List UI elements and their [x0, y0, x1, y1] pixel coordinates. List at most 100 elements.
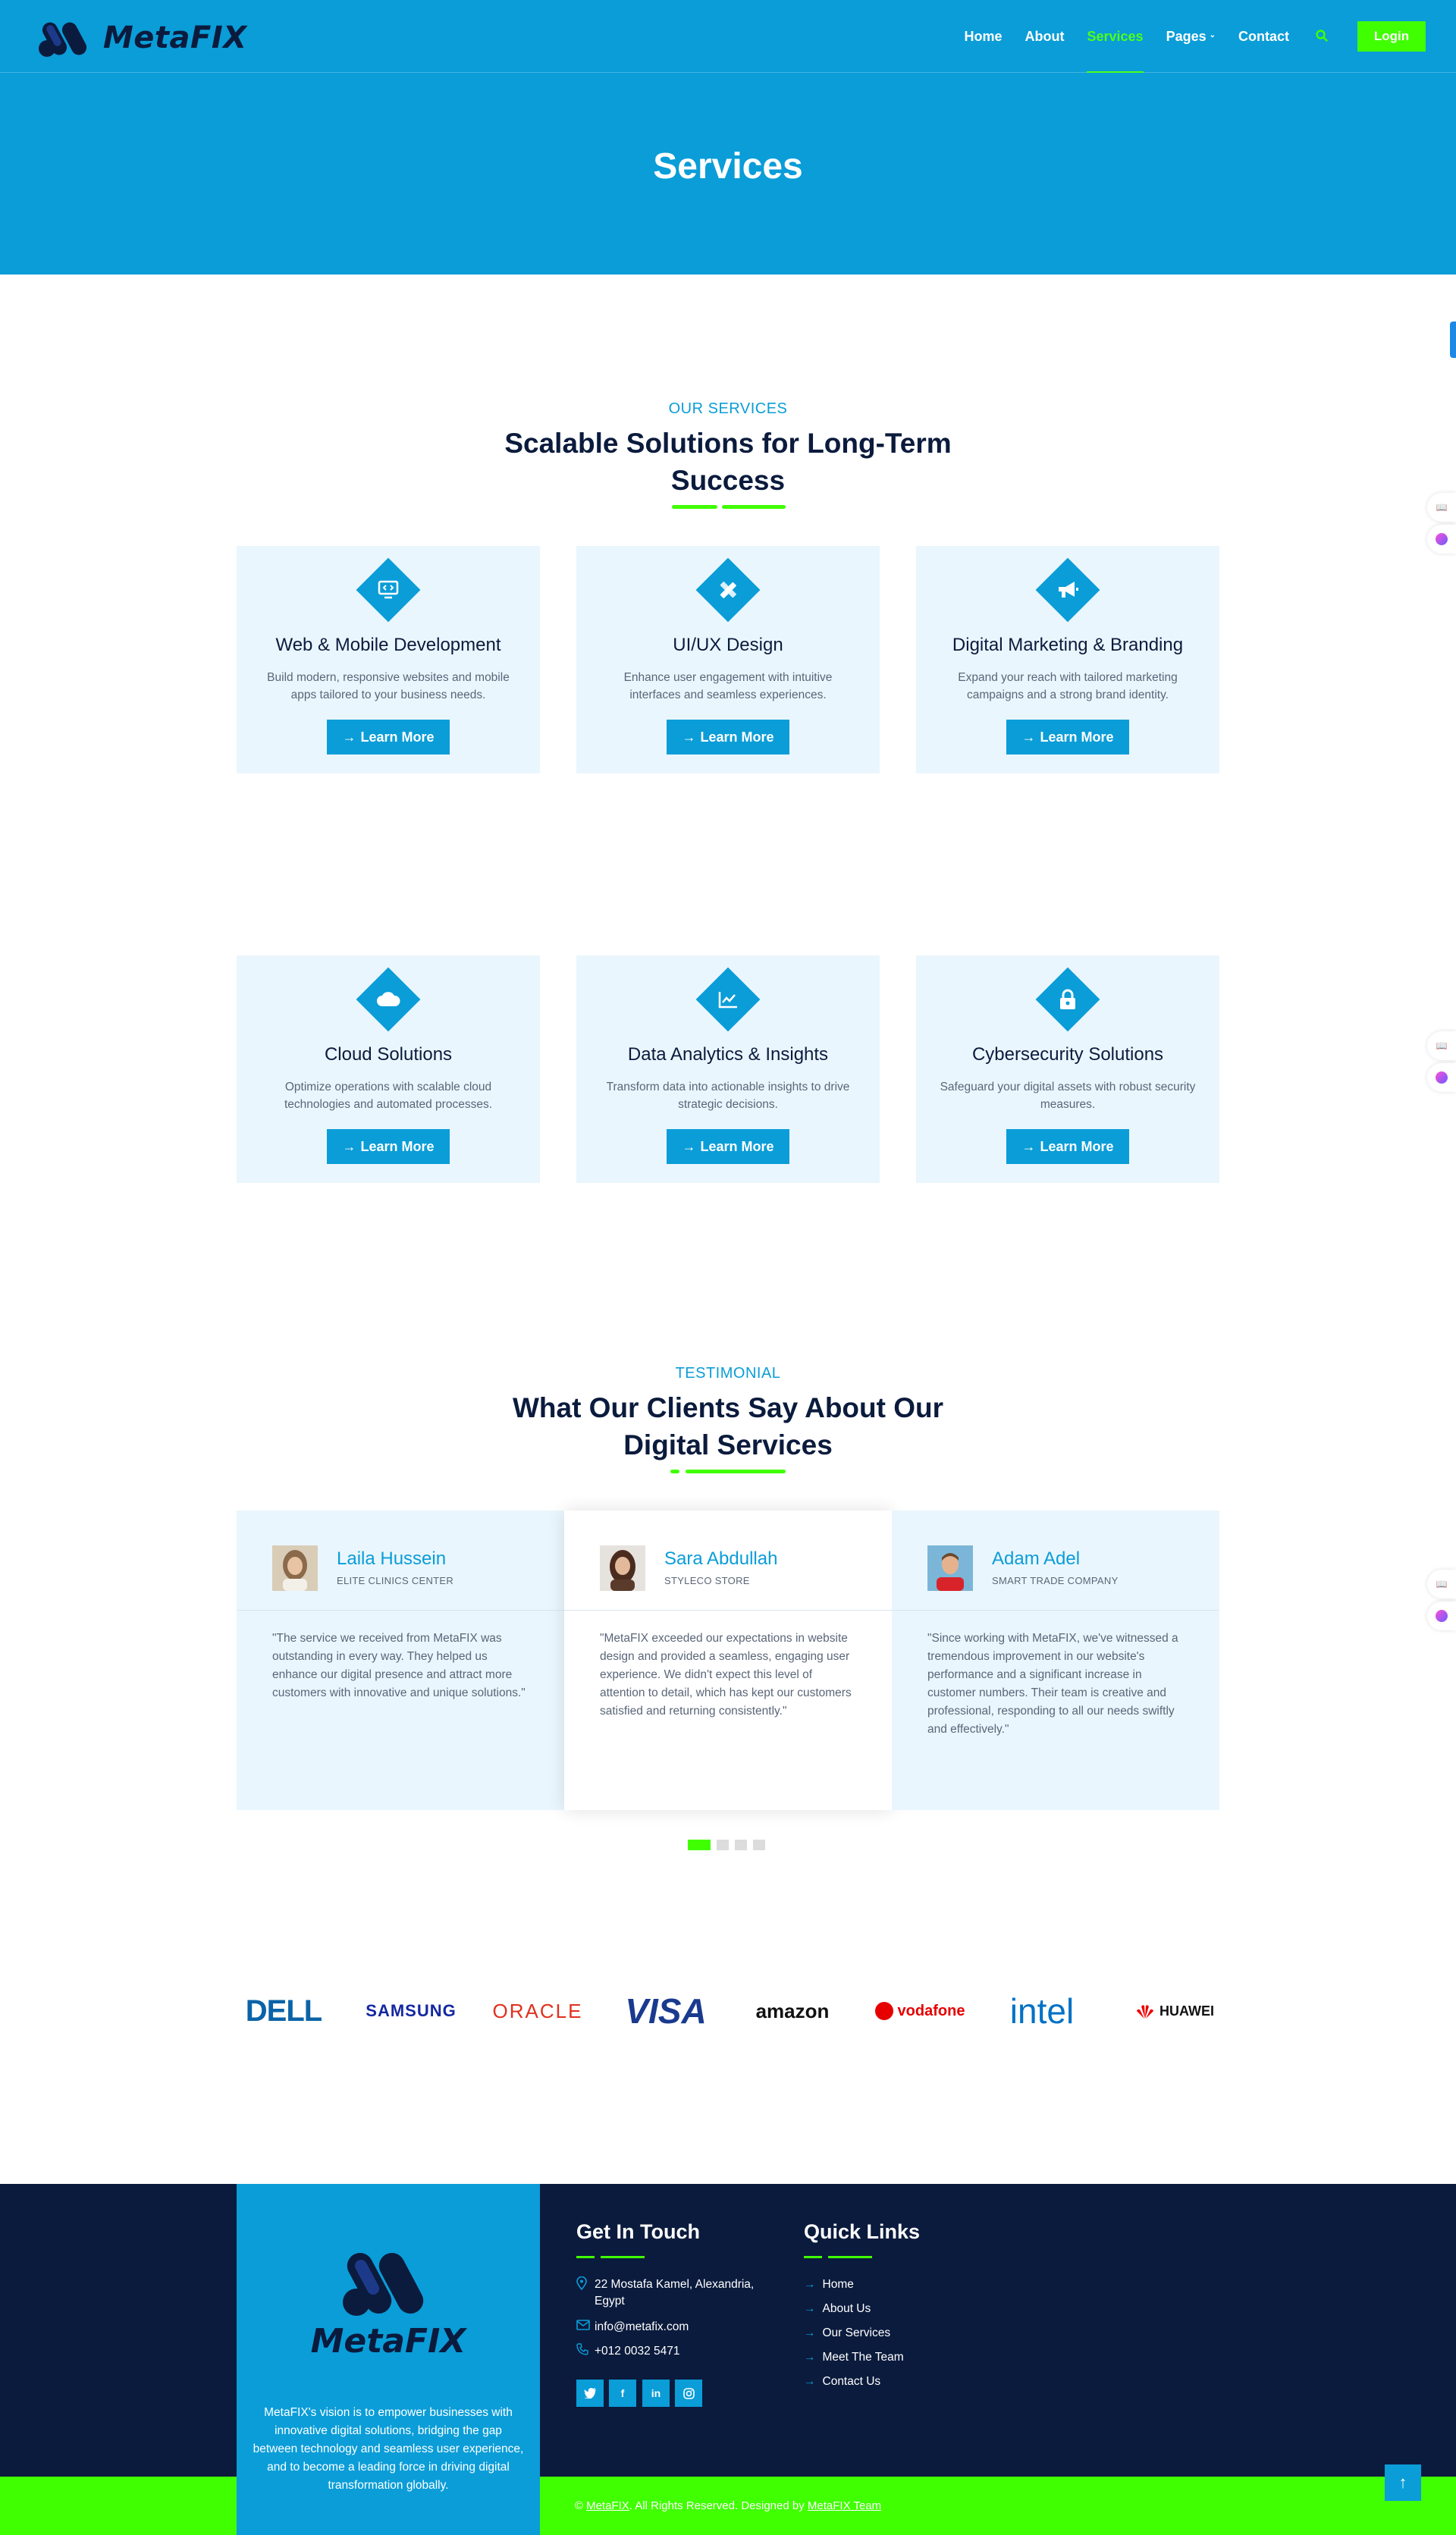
address-text: 22 Mostafa Kamel, Alexandria, Egypt — [595, 2278, 755, 2308]
arrow-right-icon: → — [804, 2351, 816, 2364]
side-brain-icon[interactable] — [1427, 525, 1456, 554]
hero-banner: MetaFIX Home About Services Pages ⌄ Cont… — [0, 0, 1456, 275]
service-desc: Build modern, responsive websites and mo… — [267, 671, 510, 701]
service-title: Data Analytics & Insights — [627, 1044, 829, 1065]
nav-contact[interactable]: Contact — [1238, 0, 1289, 73]
arrow-right-icon: → — [804, 2278, 816, 2291]
chevron-down-icon: ⌄ — [1209, 30, 1216, 39]
pencil-ruler-icon — [713, 575, 743, 605]
learn-more-button[interactable]: → Learn More — [327, 1129, 450, 1164]
service-title: UI/UX Design — [673, 635, 783, 655]
side-book-icon[interactable]: 📖 — [1427, 1570, 1456, 1598]
footer-link-contact[interactable]: → Contact Us — [804, 2375, 880, 2389]
service-title: Cloud Solutions — [324, 1044, 453, 1065]
service-title: Cybersecurity Solutions — [971, 1044, 1164, 1065]
megaphone-icon — [1053, 575, 1083, 605]
facebook-icon[interactable]: f — [609, 2380, 636, 2407]
phone-text: +012 0032 5471 — [595, 2345, 680, 2358]
email-item[interactable]: info@metafix.com — [576, 2319, 689, 2336]
lock-icon — [1053, 984, 1083, 1015]
footer-link-services[interactable]: → Our Services — [804, 2326, 890, 2340]
contact-title-underline — [576, 2255, 645, 2259]
carousel-dot[interactable] — [735, 1840, 747, 1850]
side-book-icon[interactable]: 📖 — [1427, 1031, 1456, 1060]
logo[interactable]: MetaFIX — [36, 17, 247, 59]
side-feedback-tab[interactable] — [1450, 322, 1456, 358]
testimonial-header: Sara Abdullah STYLECO STORE — [564, 1511, 892, 1611]
testimonial-card: Laila Hussein ELITE CLINICS CENTER "The … — [237, 1511, 564, 1810]
chart-line-icon — [713, 984, 743, 1015]
avatar — [600, 1545, 645, 1591]
testimonial-tag: TESTIMONIAL — [675, 1365, 781, 1382]
testimonial-quote: "The service we received from MetaFIX wa… — [272, 1632, 526, 1699]
learn-more-button[interactable]: → Learn More — [1006, 1129, 1129, 1164]
arrow-right-icon: → — [804, 2326, 816, 2339]
testimonial-name: Laila Hussein — [337, 1548, 447, 1569]
services-tag: OUR SERVICES — [668, 400, 788, 417]
carousel-dot[interactable] — [688, 1840, 711, 1850]
service-card: Data Analytics & Insights Transform data… — [576, 955, 880, 1183]
search-icon[interactable] — [1315, 29, 1330, 44]
arrow-right-icon: → — [804, 2302, 816, 2315]
copyright-team-link[interactable]: MetaFIX Team — [808, 2499, 881, 2512]
navbar: MetaFIX Home About Services Pages ⌄ Cont… — [0, 0, 1456, 73]
service-desc: Safeguard your digital assets with robus… — [940, 1081, 1196, 1111]
arrow-right-icon: → — [682, 729, 696, 745]
nav-pages-label: Pages — [1166, 28, 1207, 44]
linkedin-icon[interactable]: in — [642, 2380, 670, 2407]
quick-links-underline — [804, 2255, 872, 2259]
footer-logo-text: MetaFIX — [310, 2322, 466, 2361]
service-desc: Optimize operations with scalable cloud … — [284, 1081, 492, 1111]
learn-more-button[interactable]: → Learn More — [327, 720, 450, 755]
nav-home[interactable]: Home — [964, 0, 1002, 73]
nav-pages[interactable]: Pages ⌄ — [1166, 0, 1216, 73]
copyright: © MetaFIX. All Rights Reserved. Designed… — [574, 2499, 882, 2512]
logo-text: MetaFIX — [103, 20, 247, 55]
learn-more-label: Learn More — [1040, 1138, 1114, 1154]
footer-link-team[interactable]: → Meet The Team — [804, 2351, 904, 2364]
copyright-brand-link[interactable]: MetaFIX — [586, 2499, 629, 2512]
learn-more-button[interactable]: → Learn More — [667, 720, 789, 755]
brand-samsung-logo: SAMSUNG — [366, 2001, 457, 2020]
service-desc: Transform data into actionable insights … — [606, 1081, 850, 1111]
footer-brand-panel: MetaFIX MetaFIX's vision is to empower b… — [237, 2184, 540, 2535]
testimonial-title: What Our Clients Say About Our Digital S… — [512, 1392, 944, 1460]
side-book-icon[interactable]: 📖 — [1427, 493, 1456, 522]
learn-more-button[interactable]: → Learn More — [667, 1129, 789, 1164]
arrow-right-icon: → — [1021, 729, 1036, 745]
carousel-dots — [688, 1840, 771, 1852]
testimonial-quote: "Since working with MetaFIX, we've witne… — [927, 1632, 1178, 1736]
phone-icon — [576, 2343, 595, 2361]
phone-item[interactable]: +012 0032 5471 — [576, 2343, 680, 2361]
testimonial-header: Adam Adel SMART TRADE COMPANY — [892, 1511, 1219, 1611]
footer-link-about[interactable]: → About Us — [804, 2302, 871, 2316]
service-desc: Enhance user engagement with intuitive i… — [623, 671, 833, 701]
testimonial-quote: "MetaFIX exceeded our expectations in we… — [600, 1632, 852, 1718]
service-card: Cybersecurity Solutions Safeguard your d… — [916, 955, 1219, 1183]
testimonial-card: Adam Adel SMART TRADE COMPANY "Since wor… — [892, 1511, 1219, 1810]
back-to-top-button[interactable]: ↑ — [1385, 2464, 1421, 2501]
testimonial-company: STYLECO STORE — [664, 1575, 750, 1586]
twitter-icon[interactable] — [576, 2380, 604, 2407]
login-button[interactable]: Login — [1357, 21, 1426, 52]
instagram-icon[interactable] — [675, 2380, 702, 2407]
learn-more-button[interactable]: → Learn More — [1006, 720, 1129, 755]
arrow-right-icon: → — [342, 1138, 356, 1154]
side-brain-icon[interactable] — [1427, 1063, 1456, 1092]
footer-link-home[interactable]: → Home — [804, 2278, 854, 2292]
side-brain-icon[interactable] — [1427, 1602, 1456, 1630]
carousel-dot[interactable] — [717, 1840, 729, 1850]
carousel-dot[interactable] — [753, 1840, 765, 1850]
learn-more-label: Learn More — [700, 1138, 774, 1154]
testimonial-header: Laila Hussein ELITE CLINICS CENTER — [237, 1511, 564, 1611]
services-underline — [672, 505, 786, 509]
learn-more-label: Learn More — [360, 729, 435, 745]
service-card: Digital Marketing & Branding Expand your… — [916, 546, 1219, 773]
nav-services[interactable]: Services — [1087, 0, 1144, 73]
service-desc: Expand your reach with tailored marketin… — [958, 671, 1178, 701]
arrow-right-icon: → — [1021, 1138, 1036, 1154]
footer-logo[interactable]: MetaFIX — [297, 2243, 479, 2361]
nav-about[interactable]: About — [1025, 0, 1065, 73]
testimonial-card: Sara Abdullah STYLECO STORE "MetaFIX exc… — [564, 1511, 892, 1810]
huawei-petals-icon — [1135, 2003, 1155, 2019]
